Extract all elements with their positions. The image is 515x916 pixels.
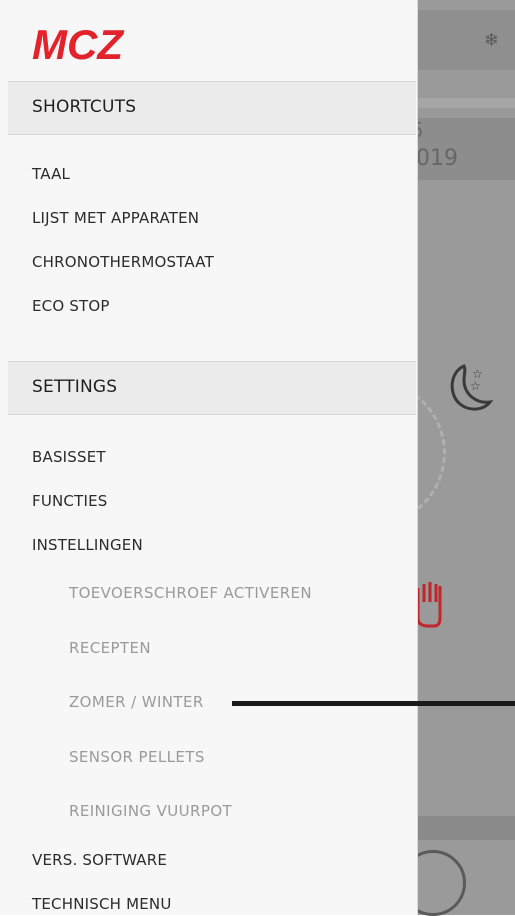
submenu-item-recipes[interactable]: RECEPTEN bbox=[69, 639, 151, 657]
hand-icon bbox=[416, 578, 442, 632]
shortcuts-header: SHORTCUTS bbox=[8, 81, 416, 135]
settings-header: SETTINGS bbox=[8, 361, 416, 415]
submenu-item-sensor-pellets[interactable]: SENSOR PELLETS bbox=[69, 748, 205, 766]
menu-item-software-version[interactable]: VERS. SOFTWARE bbox=[32, 851, 167, 869]
menu-item-basisset[interactable]: BASISSET bbox=[32, 448, 106, 466]
menu-item-functies[interactable]: FUNCTIES bbox=[32, 492, 108, 510]
menu-item-instellingen[interactable]: INSTELLINGEN bbox=[32, 536, 143, 554]
logo-text: MCZ bbox=[32, 24, 124, 64]
menu-item-taal[interactable]: TAAL bbox=[32, 165, 70, 183]
menu-item-technical-menu[interactable]: TECHNISCH MENU bbox=[32, 895, 172, 913]
navigation-drawer: MCZ SHORTCUTS TAAL LIJST MET APPARATEN C… bbox=[0, 0, 418, 915]
submenu-item-summer-winter[interactable]: ZOMER / WINTER bbox=[69, 693, 204, 711]
settings-title: SETTINGS bbox=[32, 377, 118, 397]
moon-stars-icon: ☆ ☆ bbox=[442, 360, 494, 420]
snowflake-icon: ❄ bbox=[483, 30, 499, 51]
mcz-logo: MCZ bbox=[30, 21, 175, 68]
pointer-line bbox=[232, 701, 515, 706]
menu-item-chronothermostat[interactable]: CHRONOTHERMOSTAAT bbox=[32, 253, 214, 271]
submenu-item-feed-screw[interactable]: TOEVOERSCHROEF ACTIVEREN bbox=[69, 584, 312, 602]
background-date: 019 bbox=[416, 146, 458, 171]
menu-item-eco-stop[interactable]: ECO STOP bbox=[32, 297, 110, 315]
shortcuts-title: SHORTCUTS bbox=[32, 97, 137, 117]
svg-text:☆: ☆ bbox=[470, 379, 481, 393]
submenu-item-cleaning-burnpot[interactable]: REINIGING VUURPOT bbox=[69, 802, 232, 820]
menu-item-device-list[interactable]: LIJST MET APPARATEN bbox=[32, 209, 199, 227]
